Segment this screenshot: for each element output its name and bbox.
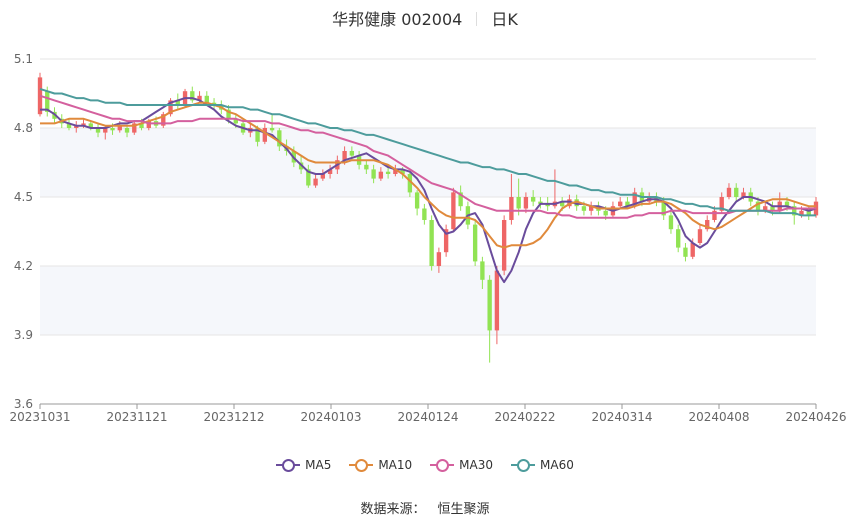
- legend-marker: [430, 459, 455, 472]
- candle: [697, 224, 703, 246]
- candle-body: [509, 197, 514, 220]
- x-tick-label: 20231121: [106, 410, 167, 424]
- legend-item-ma5[interactable]: MA5: [276, 458, 331, 472]
- candle-body: [262, 128, 267, 142]
- x-tick-label: 20240314: [591, 410, 652, 424]
- candle-body: [378, 171, 384, 179]
- legend-marker: [511, 459, 536, 472]
- candle-body: [618, 201, 623, 207]
- legend-item-ma30[interactable]: MA30: [430, 458, 493, 472]
- candle-body: [581, 206, 587, 211]
- y-tick-label: 5.1: [14, 52, 33, 66]
- candle: [683, 243, 688, 262]
- candle-body: [204, 95, 209, 103]
- candle: [414, 190, 420, 216]
- candle: [451, 187, 456, 232]
- candle: [422, 203, 427, 225]
- legend-label: MA5: [305, 458, 332, 472]
- x-tick-label: 20240103: [300, 410, 361, 424]
- x-tick-label: 20240426: [785, 410, 846, 424]
- y-tick-label: 3.6: [14, 397, 33, 411]
- candle-body: [726, 187, 732, 197]
- candle-body: [385, 171, 391, 174]
- candle-body: [269, 128, 275, 131]
- candle-body: [422, 208, 427, 220]
- legend-label: MA60: [540, 458, 574, 472]
- candle: [618, 197, 623, 209]
- candle-body: [124, 128, 130, 133]
- candle-body: [429, 220, 434, 266]
- candle: [443, 224, 449, 257]
- legend-marker: [276, 459, 301, 472]
- candle: [487, 275, 492, 363]
- candle: [429, 215, 434, 271]
- x-tick-label: 20231031: [9, 410, 70, 424]
- candle-body: [523, 197, 529, 209]
- x-tick-label: 20231212: [203, 410, 264, 424]
- legend: MA5 MA10 MA30 MA60: [0, 458, 850, 472]
- candle: [190, 86, 195, 103]
- candle-body: [349, 151, 355, 156]
- candle-body: [110, 128, 115, 131]
- candle-body: [603, 210, 608, 216]
- candle-body: [313, 178, 318, 186]
- candle: [705, 215, 710, 232]
- candle: [668, 210, 674, 234]
- data-source: 数据来源： 恒生聚源: [0, 498, 850, 517]
- candle-body: [530, 197, 536, 202]
- candle-body: [436, 252, 442, 266]
- x-tick-label: 20240408: [688, 410, 749, 424]
- candle-body: [683, 247, 688, 257]
- y-axis: 3.6 3.9 4.2 4.5 4.8 5.1: [14, 52, 33, 411]
- legend-item-ma60[interactable]: MA60: [511, 458, 574, 472]
- candle-body: [472, 224, 478, 262]
- candle-body: [371, 169, 376, 179]
- source-value: 恒生聚源: [437, 502, 490, 517]
- candle-body: [501, 220, 507, 271]
- candle: [676, 224, 681, 253]
- legend-label: MA30: [459, 458, 494, 472]
- candle-body: [480, 261, 485, 280]
- candle: [589, 201, 594, 216]
- candle: [501, 215, 507, 276]
- y-tick-label: 3.9: [14, 328, 33, 342]
- plot-band: [40, 266, 816, 335]
- source-label: 数据来源：: [360, 502, 426, 517]
- y-tick-label: 4.5: [14, 190, 33, 204]
- y-tick-label: 4.2: [14, 259, 33, 273]
- candle-body: [734, 187, 739, 197]
- legend-marker: [349, 459, 374, 472]
- x-tick-label: 20240222: [494, 410, 555, 424]
- candle-body: [697, 229, 703, 243]
- kline-chart[interactable]: 3.63.94.24.54.85.1 20231031 20231121 20231…: [0, 0, 850, 440]
- x-axis: 20231031 20231121 20231212 20240103 20240124…: [9, 403, 847, 424]
- candle-body: [516, 197, 521, 209]
- candle-body: [364, 164, 369, 170]
- candle: [161, 111, 166, 128]
- candle-body: [668, 215, 674, 230]
- candle-body: [487, 279, 492, 331]
- candle-body: [494, 270, 500, 331]
- candle-body: [676, 229, 681, 248]
- candle: [472, 220, 478, 266]
- legend-item-ma10[interactable]: MA10: [349, 458, 412, 472]
- x-tick-label: 20240124: [397, 410, 458, 424]
- candle-body: [414, 192, 420, 209]
- candle-body: [451, 192, 456, 230]
- legend-label: MA10: [378, 458, 413, 472]
- plot-band: [40, 128, 816, 197]
- y-tick-label: 4.8: [14, 121, 33, 135]
